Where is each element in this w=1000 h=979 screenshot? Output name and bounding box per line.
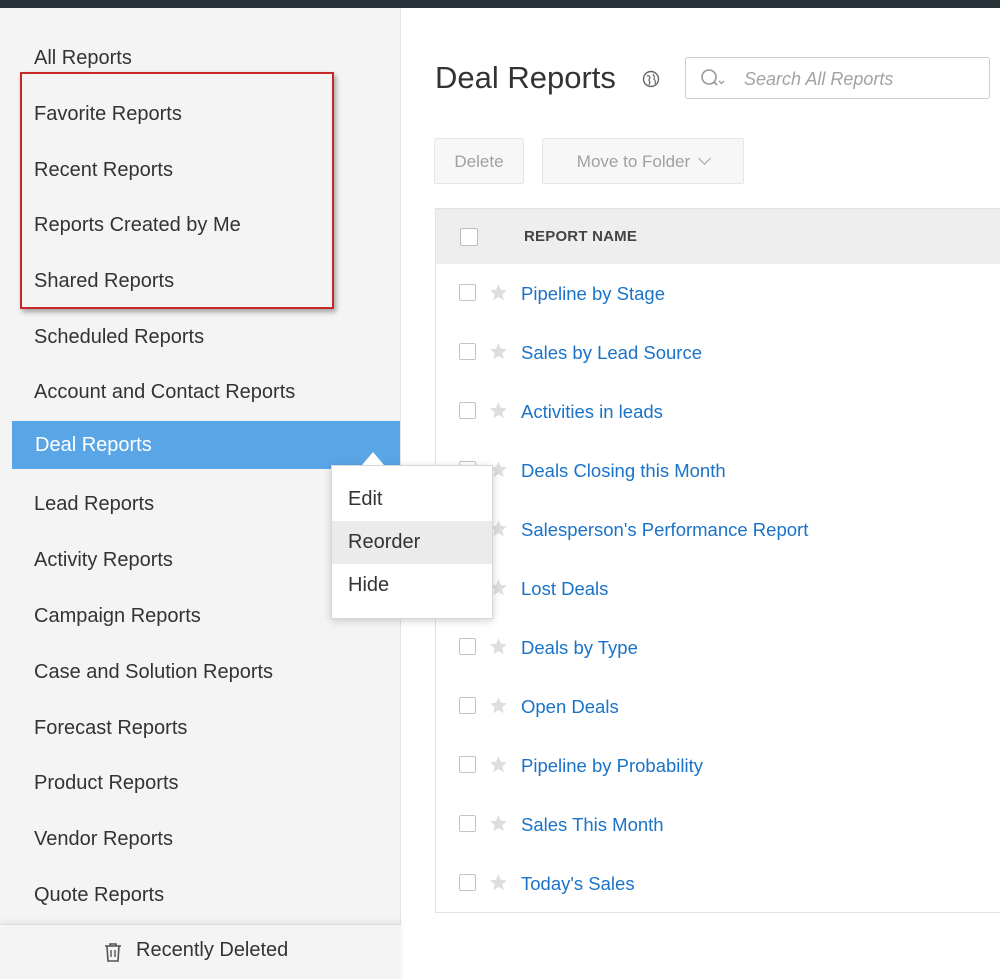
table-row: Pipeline by Stage — [436, 265, 1000, 323]
sidebar-item-all-reports[interactable]: All Reports — [0, 36, 400, 81]
column-header-report-name[interactable]: REPORT NAME — [524, 228, 637, 245]
report-link[interactable]: Deals Closing this Month — [521, 460, 726, 482]
sidebar-item-account-and-contact-reports[interactable]: Account and Contact Reports — [0, 370, 400, 415]
table-row: Pipeline by Probability — [436, 737, 1000, 795]
row-checkbox[interactable] — [459, 284, 476, 301]
table-row: Open Deals — [436, 678, 1000, 736]
star-icon[interactable] — [488, 636, 509, 657]
row-checkbox[interactable] — [459, 638, 476, 655]
search-icon — [701, 69, 725, 86]
move-to-folder-button[interactable]: Move to Folder — [542, 138, 744, 184]
context-menu: Edit Reorder Hide — [331, 465, 493, 619]
menu-item-hide[interactable]: Hide — [332, 564, 492, 607]
globe-icon[interactable] — [642, 70, 660, 88]
sidebar-item-reports-created-by-me[interactable]: Reports Created by Me — [0, 203, 400, 248]
table-row: Lost Deals — [436, 560, 1000, 618]
report-link[interactable]: Pipeline by Probability — [521, 755, 703, 777]
star-icon[interactable] — [488, 813, 509, 834]
report-link[interactable]: Today's Sales — [521, 873, 635, 895]
search-input[interactable] — [744, 66, 974, 92]
delete-button[interactable]: Delete — [434, 138, 524, 184]
row-checkbox[interactable] — [459, 343, 476, 360]
sidebar-item-scheduled-reports[interactable]: Scheduled Reports — [0, 315, 400, 360]
row-checkbox[interactable] — [459, 697, 476, 714]
select-all-checkbox[interactable] — [460, 228, 478, 246]
sidebar-item-quote-reports[interactable]: Quote Reports — [0, 873, 400, 918]
menu-item-reorder[interactable]: Reorder — [332, 521, 492, 564]
star-icon[interactable] — [488, 400, 509, 421]
report-link[interactable]: Sales by Lead Source — [521, 342, 702, 364]
recently-deleted-label: Recently Deleted — [136, 939, 289, 961]
move-to-folder-label: Move to Folder — [576, 152, 691, 171]
sidebar-item-shared-reports[interactable]: Shared Reports — [0, 259, 400, 304]
report-link[interactable]: Deals by Type — [521, 637, 638, 659]
star-icon[interactable] — [488, 341, 509, 362]
table-row: Deals Closing this Month — [436, 442, 1000, 500]
search-box[interactable] — [685, 57, 990, 99]
sidebar-item-product-reports[interactable]: Product Reports — [0, 761, 400, 806]
table-row: Today's Sales — [436, 855, 1000, 913]
star-icon[interactable] — [488, 754, 509, 775]
report-link[interactable]: Activities in leads — [521, 401, 663, 423]
sidebar-item-vendor-reports[interactable]: Vendor Reports — [0, 817, 400, 862]
menu-item-edit[interactable]: Edit — [332, 478, 492, 521]
row-checkbox[interactable] — [459, 874, 476, 891]
report-link[interactable]: Pipeline by Stage — [521, 283, 665, 305]
reports-table: REPORT NAME Pipeline by Stage Sales by Le… — [435, 208, 1000, 913]
sidebar-item-recent-reports[interactable]: Recent Reports — [0, 148, 400, 193]
table-row: Sales This Month — [436, 796, 1000, 854]
page-title: Deal Reports — [435, 60, 616, 95]
row-checkbox[interactable] — [459, 402, 476, 419]
sidebar-item-favorite-reports[interactable]: Favorite Reports — [0, 92, 400, 137]
report-link[interactable]: Salesperson's Performance Report — [521, 519, 808, 541]
row-checkbox[interactable] — [459, 756, 476, 773]
sidebar-item-case-and-solution-reports[interactable]: Case and Solution Reports — [0, 650, 400, 695]
row-checkbox[interactable] — [459, 815, 476, 832]
chevron-down-icon — [698, 152, 712, 165]
table-header: REPORT NAME — [436, 209, 1000, 264]
report-link[interactable]: Lost Deals — [521, 578, 608, 600]
table-row: Salesperson's Performance Report — [436, 501, 1000, 559]
top-bar — [0, 0, 1000, 8]
trash-icon — [105, 943, 121, 962]
table-row: Activities in leads — [436, 383, 1000, 441]
table-row: Deals by Type — [436, 619, 1000, 677]
context-menu-caret — [362, 452, 384, 465]
sidebar-footer: Recently Deleted — [0, 924, 401, 979]
table-row: Sales by Lead Source — [436, 324, 1000, 382]
sidebar-item-forecast-reports[interactable]: Forecast Reports — [0, 706, 400, 751]
star-icon[interactable] — [488, 282, 509, 303]
report-link[interactable]: Sales This Month — [521, 814, 664, 836]
star-icon[interactable] — [488, 872, 509, 893]
report-link[interactable]: Open Deals — [521, 696, 619, 718]
sidebar-item-deal-reports[interactable]: Deal Reports — [12, 421, 400, 469]
star-icon[interactable] — [488, 695, 509, 716]
